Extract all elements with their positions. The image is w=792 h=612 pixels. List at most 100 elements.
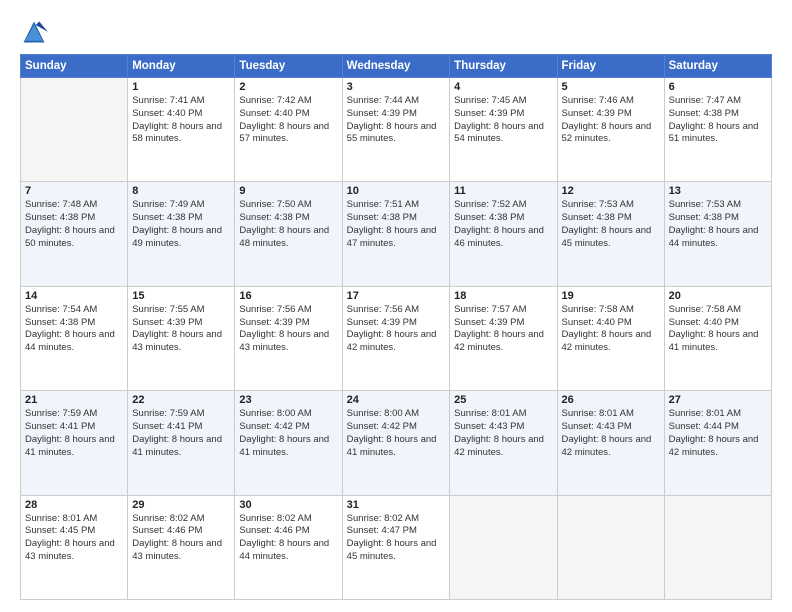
daylight-text-line2: 42 minutes. bbox=[562, 447, 660, 460]
sunrise-text: Sunrise: 8:02 AM bbox=[347, 513, 446, 526]
daylight-text-line1: Daylight: 8 hours and bbox=[562, 434, 660, 447]
calendar-cell: 8Sunrise: 7:49 AMSunset: 4:38 PMDaylight… bbox=[128, 182, 235, 286]
daylight-text-line2: 41 minutes. bbox=[347, 447, 446, 460]
sunrise-text: Sunrise: 7:55 AM bbox=[132, 304, 230, 317]
daylight-text-line1: Daylight: 8 hours and bbox=[132, 538, 230, 551]
daylight-text-line2: 58 minutes. bbox=[132, 133, 230, 146]
sunrise-text: Sunrise: 7:48 AM bbox=[25, 199, 123, 212]
sunrise-text: Sunrise: 7:46 AM bbox=[562, 95, 660, 108]
calendar-cell: 28Sunrise: 8:01 AMSunset: 4:45 PMDayligh… bbox=[21, 495, 128, 599]
day-number: 11 bbox=[454, 185, 552, 197]
daylight-text-line1: Daylight: 8 hours and bbox=[669, 225, 767, 238]
day-number: 9 bbox=[239, 185, 337, 197]
sunrise-text: Sunrise: 7:59 AM bbox=[25, 408, 123, 421]
sunrise-text: Sunrise: 7:58 AM bbox=[669, 304, 767, 317]
day-number: 1 bbox=[132, 81, 230, 93]
daylight-text-line2: 52 minutes. bbox=[562, 133, 660, 146]
daylight-text-line1: Daylight: 8 hours and bbox=[239, 434, 337, 447]
header bbox=[20, 18, 772, 46]
daylight-text-line1: Daylight: 8 hours and bbox=[25, 538, 123, 551]
day-number: 3 bbox=[347, 81, 446, 93]
daylight-text-line2: 43 minutes. bbox=[25, 551, 123, 564]
daylight-text-line1: Daylight: 8 hours and bbox=[239, 538, 337, 551]
daylight-text-line2: 54 minutes. bbox=[454, 133, 552, 146]
logo-icon bbox=[20, 18, 48, 46]
calendar-cell: 30Sunrise: 8:02 AMSunset: 4:46 PMDayligh… bbox=[235, 495, 342, 599]
sunset-text: Sunset: 4:46 PM bbox=[132, 525, 230, 538]
calendar-cell: 24Sunrise: 8:00 AMSunset: 4:42 PMDayligh… bbox=[342, 391, 450, 495]
sunset-text: Sunset: 4:38 PM bbox=[25, 212, 123, 225]
calendar-week-row: 1Sunrise: 7:41 AMSunset: 4:40 PMDaylight… bbox=[21, 78, 772, 182]
daylight-text-line2: 42 minutes. bbox=[454, 447, 552, 460]
daylight-text-line2: 44 minutes. bbox=[25, 342, 123, 355]
calendar-week-row: 7Sunrise: 7:48 AMSunset: 4:38 PMDaylight… bbox=[21, 182, 772, 286]
daylight-text-line1: Daylight: 8 hours and bbox=[347, 121, 446, 134]
daylight-text-line1: Daylight: 8 hours and bbox=[132, 434, 230, 447]
daylight-text-line2: 44 minutes. bbox=[669, 238, 767, 251]
sunset-text: Sunset: 4:38 PM bbox=[132, 212, 230, 225]
sunset-text: Sunset: 4:46 PM bbox=[239, 525, 337, 538]
calendar-cell: 9Sunrise: 7:50 AMSunset: 4:38 PMDaylight… bbox=[235, 182, 342, 286]
daylight-text-line2: 49 minutes. bbox=[132, 238, 230, 251]
day-number: 28 bbox=[25, 499, 123, 511]
daylight-text-line1: Daylight: 8 hours and bbox=[132, 121, 230, 134]
day-number: 23 bbox=[239, 394, 337, 406]
daylight-text-line2: 43 minutes. bbox=[132, 551, 230, 564]
sunrise-text: Sunrise: 8:02 AM bbox=[132, 513, 230, 526]
daylight-text-line2: 43 minutes. bbox=[132, 342, 230, 355]
sunset-text: Sunset: 4:38 PM bbox=[347, 212, 446, 225]
sunrise-text: Sunrise: 7:54 AM bbox=[25, 304, 123, 317]
calendar-cell: 20Sunrise: 7:58 AMSunset: 4:40 PMDayligh… bbox=[664, 286, 771, 390]
calendar-cell bbox=[21, 78, 128, 182]
calendar-cell: 13Sunrise: 7:53 AMSunset: 4:38 PMDayligh… bbox=[664, 182, 771, 286]
sunset-text: Sunset: 4:39 PM bbox=[132, 317, 230, 330]
sunset-text: Sunset: 4:43 PM bbox=[562, 421, 660, 434]
sunrise-text: Sunrise: 7:41 AM bbox=[132, 95, 230, 108]
daylight-text-line2: 42 minutes. bbox=[669, 447, 767, 460]
calendar-cell: 2Sunrise: 7:42 AMSunset: 4:40 PMDaylight… bbox=[235, 78, 342, 182]
sunrise-text: Sunrise: 7:53 AM bbox=[562, 199, 660, 212]
sunrise-text: Sunrise: 7:59 AM bbox=[132, 408, 230, 421]
daylight-text-line2: 51 minutes. bbox=[669, 133, 767, 146]
sunrise-text: Sunrise: 7:45 AM bbox=[454, 95, 552, 108]
day-number: 15 bbox=[132, 290, 230, 302]
daylight-text-line1: Daylight: 8 hours and bbox=[562, 329, 660, 342]
calendar-cell: 22Sunrise: 7:59 AMSunset: 4:41 PMDayligh… bbox=[128, 391, 235, 495]
calendar-cell: 16Sunrise: 7:56 AMSunset: 4:39 PMDayligh… bbox=[235, 286, 342, 390]
day-number: 12 bbox=[562, 185, 660, 197]
sunset-text: Sunset: 4:42 PM bbox=[347, 421, 446, 434]
calendar-cell bbox=[664, 495, 771, 599]
sunrise-text: Sunrise: 7:52 AM bbox=[454, 199, 552, 212]
weekday-header-saturday: Saturday bbox=[664, 55, 771, 78]
daylight-text-line2: 45 minutes. bbox=[347, 551, 446, 564]
sunset-text: Sunset: 4:40 PM bbox=[562, 317, 660, 330]
daylight-text-line1: Daylight: 8 hours and bbox=[132, 329, 230, 342]
day-number: 14 bbox=[25, 290, 123, 302]
calendar-week-row: 14Sunrise: 7:54 AMSunset: 4:38 PMDayligh… bbox=[21, 286, 772, 390]
daylight-text-line1: Daylight: 8 hours and bbox=[347, 329, 446, 342]
day-number: 17 bbox=[347, 290, 446, 302]
calendar-body: 1Sunrise: 7:41 AMSunset: 4:40 PMDaylight… bbox=[21, 78, 772, 600]
day-number: 10 bbox=[347, 185, 446, 197]
day-number: 19 bbox=[562, 290, 660, 302]
sunrise-text: Sunrise: 7:56 AM bbox=[239, 304, 337, 317]
calendar-week-row: 21Sunrise: 7:59 AMSunset: 4:41 PMDayligh… bbox=[21, 391, 772, 495]
daylight-text-line1: Daylight: 8 hours and bbox=[347, 225, 446, 238]
daylight-text-line1: Daylight: 8 hours and bbox=[25, 329, 123, 342]
daylight-text-line1: Daylight: 8 hours and bbox=[347, 538, 446, 551]
sunset-text: Sunset: 4:39 PM bbox=[562, 108, 660, 121]
daylight-text-line1: Daylight: 8 hours and bbox=[132, 225, 230, 238]
calendar-cell: 5Sunrise: 7:46 AMSunset: 4:39 PMDaylight… bbox=[557, 78, 664, 182]
calendar-week-row: 28Sunrise: 8:01 AMSunset: 4:45 PMDayligh… bbox=[21, 495, 772, 599]
daylight-text-line1: Daylight: 8 hours and bbox=[669, 121, 767, 134]
calendar-cell bbox=[450, 495, 557, 599]
sunrise-text: Sunrise: 7:50 AM bbox=[239, 199, 337, 212]
sunrise-text: Sunrise: 7:57 AM bbox=[454, 304, 552, 317]
weekday-header-sunday: Sunday bbox=[21, 55, 128, 78]
day-number: 18 bbox=[454, 290, 552, 302]
daylight-text-line2: 55 minutes. bbox=[347, 133, 446, 146]
logo bbox=[20, 18, 52, 46]
day-number: 22 bbox=[132, 394, 230, 406]
sunset-text: Sunset: 4:43 PM bbox=[454, 421, 552, 434]
sunset-text: Sunset: 4:38 PM bbox=[562, 212, 660, 225]
